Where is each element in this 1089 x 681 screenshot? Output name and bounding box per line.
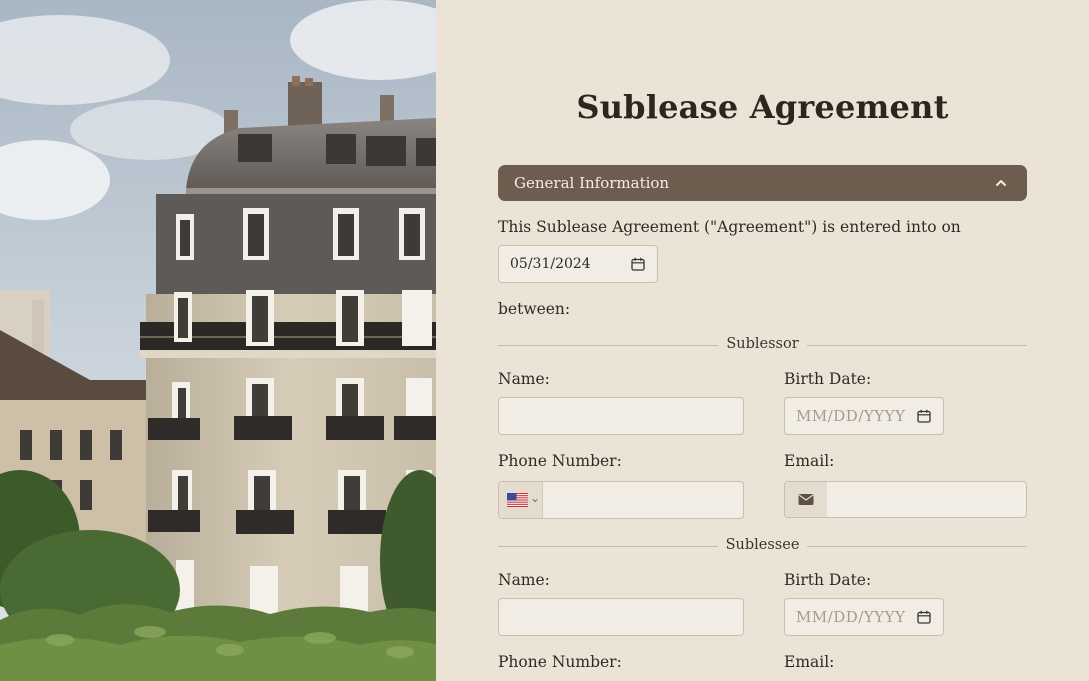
sublessee-birth-date-input[interactable]: MM/DD/YYYY <box>784 598 944 636</box>
us-flag-icon <box>507 493 528 507</box>
chevron-up-icon <box>996 180 1006 186</box>
between-text: between: <box>498 300 571 318</box>
sublessor-birth-label: Birth Date: <box>784 370 872 388</box>
agreement-date-input[interactable]: 05/31/2024 <box>498 245 658 283</box>
page-title: Sublease Agreement <box>576 88 949 126</box>
sublessee-birth-placeholder: MM/DD/YYYY <box>796 608 906 626</box>
agreement-date-value: 05/31/2024 <box>510 256 591 272</box>
sublessor-divider: Sublessor <box>498 336 1027 354</box>
calendar-icon[interactable] <box>917 409 931 423</box>
sublessor-email-label: Email: <box>784 452 835 470</box>
sublessor-email-input[interactable] <box>784 481 1027 518</box>
form-panel: Sublease Agreement General Information T… <box>436 0 1089 681</box>
sublessor-birth-placeholder: MM/DD/YYYY <box>796 407 906 425</box>
sublessee-divider: Sublessee <box>498 537 1027 555</box>
sublessor-phone-input[interactable] <box>498 481 744 519</box>
hero-photo <box>0 0 436 681</box>
country-code-select[interactable] <box>499 482 543 518</box>
sublessor-birth-date-input[interactable]: MM/DD/YYYY <box>784 397 944 435</box>
sublessee-name-label: Name: <box>498 571 550 589</box>
envelope-icon <box>798 494 814 505</box>
sublessor-name-label: Name: <box>498 370 550 388</box>
agreement-intro-text: This Sublease Agreement ("Agreement") is… <box>498 218 961 236</box>
section-header-label: General Information <box>514 174 670 192</box>
calendar-icon[interactable] <box>631 257 645 271</box>
sublessee-phone-label: Phone Number: <box>498 653 622 671</box>
chevron-down-icon <box>532 498 538 503</box>
calendar-icon[interactable] <box>917 610 931 624</box>
sublessee-heading: Sublessee <box>498 537 1027 553</box>
sublessee-name-input[interactable] <box>498 598 744 636</box>
sublessor-name-input[interactable] <box>498 397 744 435</box>
sublessor-heading: Sublessor <box>498 336 1027 352</box>
sublessee-email-label: Email: <box>784 653 835 671</box>
sublessee-birth-label: Birth Date: <box>784 571 872 589</box>
section-header-general-information[interactable]: General Information <box>498 165 1027 201</box>
sublessor-phone-label: Phone Number: <box>498 452 622 470</box>
email-prefix <box>785 482 827 517</box>
